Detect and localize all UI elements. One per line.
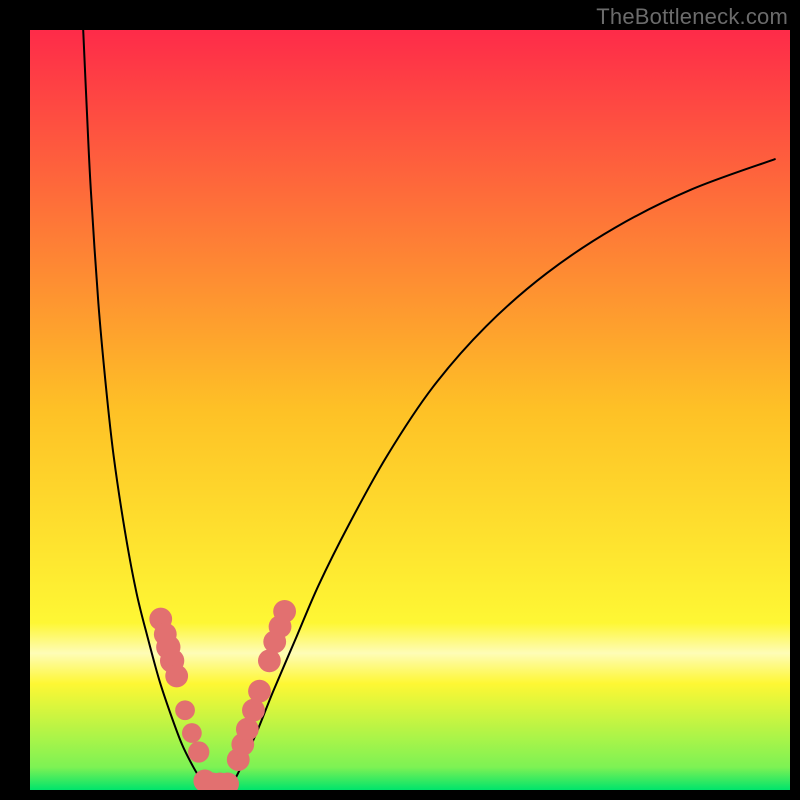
gradient-background: [30, 30, 790, 790]
marker-dot: [248, 680, 271, 703]
chart-frame: TheBottleneck.com: [0, 0, 800, 800]
marker-dot: [165, 665, 188, 688]
chart-svg: [30, 30, 790, 790]
marker-dot: [182, 723, 202, 743]
plot-area: [30, 30, 790, 790]
marker-dot: [188, 741, 209, 762]
watermark-text: TheBottleneck.com: [596, 4, 788, 30]
marker-dot: [175, 700, 195, 720]
marker-dot: [273, 600, 296, 623]
